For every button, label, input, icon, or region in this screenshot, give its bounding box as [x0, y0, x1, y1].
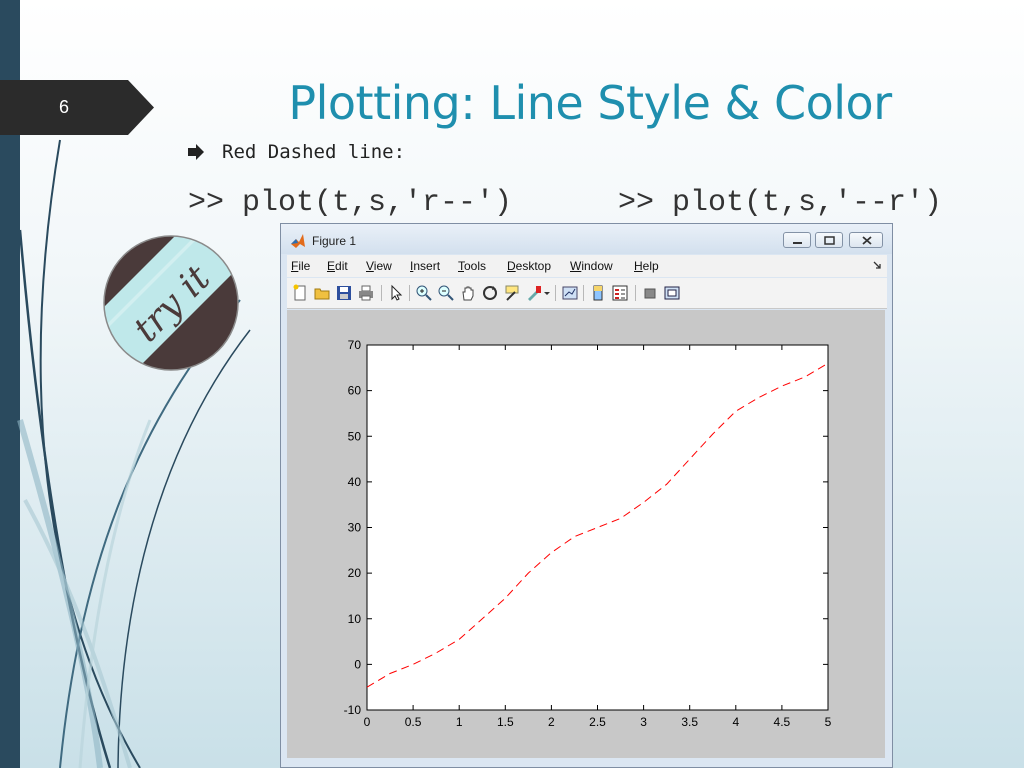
x-tick-label: 4 — [732, 715, 739, 729]
axes-box — [366, 344, 829, 711]
menu-window[interactable]: Window — [570, 259, 613, 273]
x-tick-label: 2 — [548, 715, 555, 729]
rotate-3d-icon[interactable] — [481, 284, 499, 302]
menu-desktop[interactable]: Desktop — [507, 259, 551, 273]
code-line-right: >> plot(t,s,'--r') — [618, 186, 943, 220]
window-title: Figure 1 — [312, 234, 357, 248]
data-cursor-icon[interactable] — [503, 284, 521, 302]
x-tick-label: 1.5 — [497, 715, 514, 729]
arrow-bullet-icon — [188, 144, 204, 160]
y-tick-label: 30 — [348, 521, 362, 535]
slide-number: 6 — [58, 97, 69, 117]
code-line-left: >> plot(t,s,'r--') — [188, 186, 513, 220]
slide-title: Plotting: Line Style & Color — [288, 76, 892, 130]
print-icon[interactable] — [357, 284, 375, 302]
menu-edit[interactable]: Edit — [327, 259, 348, 273]
y-tick-label: 0 — [354, 657, 361, 671]
hide-plot-tools-icon[interactable] — [641, 284, 659, 302]
brush-dropdown-icon[interactable] — [543, 284, 551, 302]
y-tick-label: 70 — [348, 338, 362, 352]
menu-tools[interactable]: Tools — [458, 259, 486, 273]
maximize-icon — [824, 236, 835, 245]
x-tick-label: 5 — [825, 715, 832, 729]
menu-help[interactable]: Help — [634, 259, 659, 273]
x-tick-label: 4.5 — [774, 715, 791, 729]
axes[interactable]: 0 0.5 1 1.5 2 2.5 3 3.5 4 4.5 5-10010203040506070 — [287, 310, 885, 758]
menu-bar: File Edit View Insert Tools Desktop Wind… — [287, 255, 887, 277]
y-tick-label: 40 — [348, 475, 362, 489]
open-file-icon[interactable] — [313, 284, 331, 302]
menu-insert[interactable]: Insert — [410, 259, 440, 273]
minimize-icon — [793, 242, 802, 244]
try-it-badge: try it — [103, 235, 239, 371]
close-icon — [862, 236, 872, 245]
new-figure-icon[interactable] — [291, 284, 309, 302]
link-plot-icon[interactable] — [561, 284, 579, 302]
colorbar-icon[interactable] — [589, 284, 607, 302]
x-tick-label: 3.5 — [681, 715, 698, 729]
close-button[interactable] — [849, 232, 883, 248]
y-tick-label: 20 — [348, 566, 362, 580]
x-tick-label: 3 — [640, 715, 647, 729]
show-plot-tools-icon[interactable] — [663, 284, 681, 302]
dock-arrow-icon[interactable] — [873, 261, 881, 269]
y-tick-label: -10 — [344, 703, 362, 717]
y-tick-label: 10 — [348, 612, 362, 626]
figure-toolbar — [287, 278, 887, 309]
y-tick-label: 60 — [348, 384, 362, 398]
bullet-text: Red Dashed line: — [222, 141, 406, 163]
menu-view[interactable]: View — [366, 259, 392, 273]
x-tick-label: 0 — [364, 715, 371, 729]
brush-icon[interactable] — [525, 284, 543, 302]
figure-window: Figure 1 File Edit View Insert Tools Des… — [280, 223, 893, 768]
legend-icon[interactable] — [611, 284, 629, 302]
y-tick-label: 50 — [348, 429, 362, 443]
plot-area: 0 0.5 1 1.5 2 2.5 3 3.5 4 4.5 5 -10 0 10 20 30 40 50 60 70 — [287, 310, 885, 758]
pan-hand-icon[interactable] — [459, 284, 477, 302]
select-pointer-icon[interactable] — [387, 284, 405, 302]
zoom-in-icon[interactable] — [415, 284, 433, 302]
menu-file[interactable]: File — [291, 259, 310, 273]
x-tick-label: 2.5 — [589, 715, 606, 729]
x-tick-label: 1 — [456, 715, 463, 729]
maximize-button[interactable] — [815, 232, 843, 248]
bullet-item: Red Dashed line: — [186, 141, 405, 163]
zoom-out-icon[interactable] — [437, 284, 455, 302]
matlab-logo-icon — [291, 234, 305, 248]
minimize-button[interactable] — [783, 232, 811, 248]
x-tick-label: 0.5 — [405, 715, 422, 729]
window-titlebar[interactable]: Figure 1 — [281, 224, 892, 254]
save-icon[interactable] — [335, 284, 353, 302]
